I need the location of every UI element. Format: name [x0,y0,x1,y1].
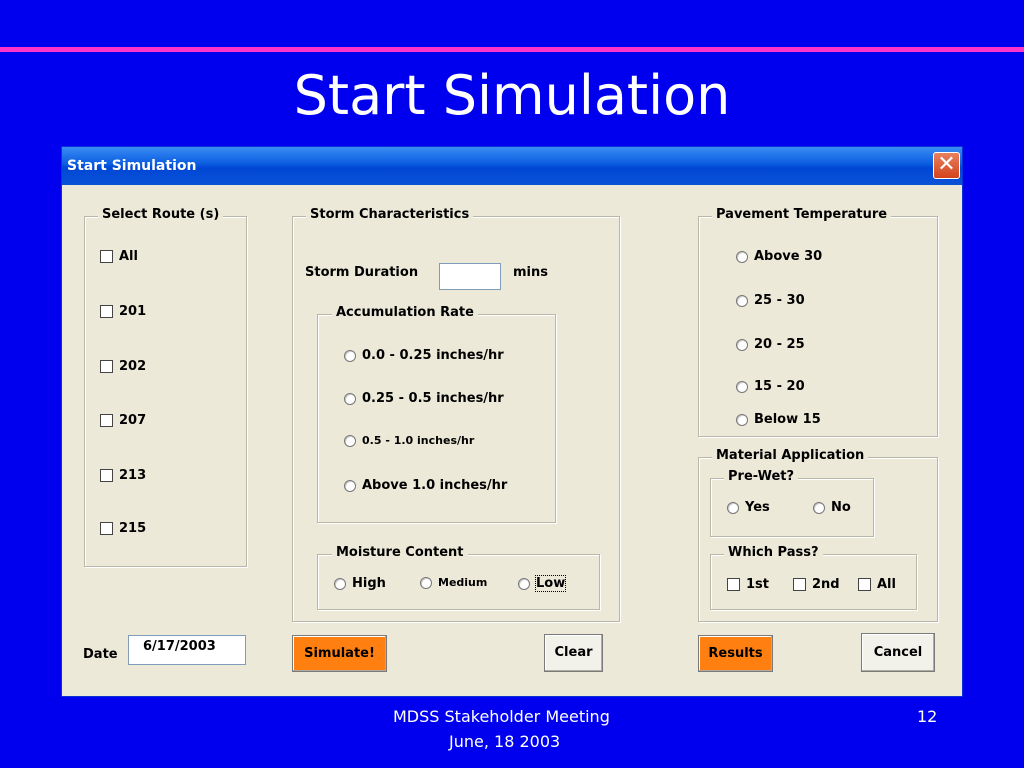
accumulation-radio-3[interactable]: 0.5 - 1.0 inches/hr [344,434,474,447]
storm-duration-label: Storm Duration [305,265,419,280]
radio-circle[interactable] [736,413,748,426]
checkbox-box[interactable] [100,522,113,535]
accumulation-radio-4[interactable]: Above 1.0 inches/hr [344,478,507,493]
pavement-radio-below-15[interactable]: Below 15 [736,412,821,427]
radio-label: Above 1.0 inches/hr [362,478,508,493]
radio-label: Yes [745,500,770,515]
radio-circle[interactable] [736,294,748,307]
route-label: 202 [119,359,147,374]
checkbox-label: All [877,577,896,592]
storm-group-legend: Storm Characteristics [306,207,474,222]
radio-circle[interactable] [420,576,432,589]
route-label: 215 [119,521,147,536]
cancel-button[interactable]: Cancel [861,633,935,672]
checkbox-box[interactable] [100,469,113,482]
radio-label: 25 - 30 [754,293,805,308]
simulate-button[interactable]: Simulate! [292,635,387,672]
checkbox-box[interactable] [793,578,806,591]
checkbox-box[interactable] [100,414,113,427]
pavement-radio-25-30[interactable]: 25 - 30 [736,293,805,308]
radio-label: Low [534,575,567,592]
route-checkbox-202[interactable]: 202 [100,359,146,374]
accumulation-radio-2[interactable]: 0.25 - 0.5 inches/hr [344,391,504,406]
pavement-radio-15-20[interactable]: 15 - 20 [736,379,805,394]
prewet-group-legend: Pre-Wet? [724,469,799,484]
route-label: All [119,249,138,264]
dialog-titlebar[interactable]: Start Simulation ✕ [62,147,962,185]
moisture-radio-high[interactable]: High [334,576,386,591]
radio-circle[interactable] [334,577,346,590]
radio-label: Below 15 [754,412,821,427]
radio-circle[interactable] [736,250,748,263]
route-group: Select Route (s) [84,207,247,567]
close-icon[interactable]: ✕ [933,152,960,179]
route-label: 201 [119,304,147,319]
checkbox-label: 1st [746,577,769,592]
dialog-title: Start Simulation [67,158,197,174]
route-label: 213 [119,468,147,483]
checkbox-label: 2nd [812,577,840,592]
radio-label: High [352,576,386,591]
checkbox-box[interactable] [100,360,113,373]
material-group-legend: Material Application [712,448,869,463]
radio-circle[interactable] [344,434,356,447]
radio-label: 15 - 20 [754,379,805,394]
route-checkbox-201[interactable]: 201 [100,304,146,319]
route-checkbox-all[interactable]: All [100,249,138,264]
results-button[interactable]: Results [698,635,773,672]
radio-label: 0.5 - 1.0 inches/hr [362,434,475,447]
pass-checkbox-2nd[interactable]: 2nd [793,577,840,592]
radio-circle[interactable] [518,577,530,590]
page-number: 12 [917,707,938,726]
date-label: Date [83,647,118,662]
pavement-group-legend: Pavement Temperature [712,207,892,222]
slide-title: Start Simulation [293,64,731,127]
pass-checkbox-1st[interactable]: 1st [727,577,769,592]
checkbox-box[interactable] [100,250,113,263]
prewet-radio-yes[interactable]: Yes [727,500,770,515]
radio-label: 0.25 - 0.5 inches/hr [362,391,504,406]
moisture-radio-low[interactable]: Low [518,575,567,592]
radio-circle[interactable] [344,392,356,405]
pass-checkbox-all[interactable]: All [858,577,896,592]
pavement-radio-20-25[interactable]: 20 - 25 [736,337,805,352]
radio-circle[interactable] [736,380,748,393]
storm-duration-unit: mins [513,265,548,280]
radio-circle[interactable] [813,501,825,514]
radio-circle[interactable] [727,501,739,514]
pavement-radio-above-30[interactable]: Above 30 [736,249,822,264]
accumulation-group-legend: Accumulation Rate [332,305,478,320]
which-pass-group-legend: Which Pass? [724,545,823,560]
radio-label: Medium [438,576,488,589]
date-input[interactable]: 6/17/2003 [128,635,246,665]
moisture-group-legend: Moisture Content [332,545,468,560]
checkbox-box[interactable] [858,578,871,591]
clear-button[interactable]: Clear [544,634,603,672]
accent-divider [0,47,1024,52]
radio-circle[interactable] [344,479,356,492]
route-checkbox-215[interactable]: 215 [100,521,146,536]
accumulation-radio-1[interactable]: 0.0 - 0.25 inches/hr [344,348,504,363]
start-simulation-dialog: Start Simulation ✕ Select Route (s) All … [61,146,963,697]
checkbox-box[interactable] [100,305,113,318]
radio-label: No [831,500,851,515]
route-label: 207 [119,413,147,428]
radio-label: 0.0 - 0.25 inches/hr [362,348,504,363]
radio-circle[interactable] [344,349,356,362]
radio-label: 20 - 25 [754,337,805,352]
moisture-radio-medium[interactable]: Medium [420,576,487,589]
radio-circle[interactable] [736,338,748,351]
route-checkbox-213[interactable]: 213 [100,468,146,483]
prewet-radio-no[interactable]: No [813,500,851,515]
route-group-legend: Select Route (s) [98,207,224,222]
footer-line-2: June, 18 2003 [449,732,561,751]
checkbox-box[interactable] [727,578,740,591]
route-checkbox-207[interactable]: 207 [100,413,146,428]
footer-line-1: MDSS Stakeholder Meeting [393,707,610,726]
radio-label: Above 30 [754,249,823,264]
storm-duration-input[interactable] [439,263,501,290]
